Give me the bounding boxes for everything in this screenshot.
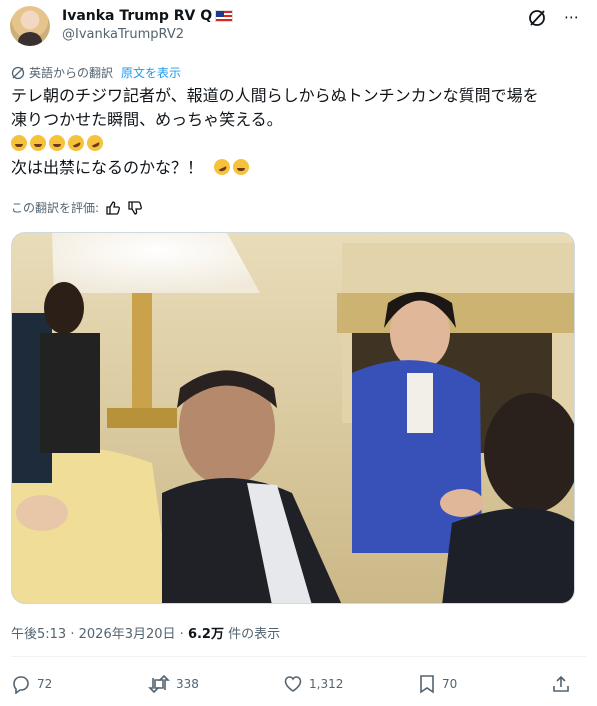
rofl-emoji-icon (84, 132, 106, 154)
tweet-meta: 午後5:13 · 2026年3月20日 · 6.2万 件の表示 (11, 623, 280, 642)
joy-emoji-icon (49, 135, 65, 151)
author-handle[interactable]: @IvankaTrumpRV2 (62, 27, 184, 42)
tweet-time[interactable]: 午後5:13 (11, 627, 66, 642)
tweet-line: テレ朝のチジワ記者が、報道の人間らしからぬトンチンカンな質問で場を (11, 86, 539, 105)
repost-icon (148, 674, 170, 694)
joy-emoji-icon (11, 135, 27, 151)
views-count: 6.2万 (187, 627, 224, 642)
meta-separator: · (179, 627, 184, 642)
share-button[interactable] (551, 672, 571, 696)
tweet-line: 次は出禁になるのかな？！ (11, 158, 204, 177)
more-icon[interactable]: ⋯ (561, 8, 583, 28)
reply-icon (13, 676, 29, 694)
bookmark-icon (420, 675, 434, 694)
divider (11, 656, 586, 657)
repost-count: 338 (176, 677, 199, 691)
avatar[interactable] (10, 6, 50, 46)
author-name-row[interactable]: Ivanka Trump RV Q (62, 7, 234, 25)
reply-count: 72 (37, 677, 53, 691)
translation-bar: 英語からの翻訳 原文を表示 (11, 64, 181, 81)
meta-separator: · (70, 627, 75, 642)
joy-emoji-icon (233, 159, 250, 175)
joy-emoji-icon (30, 135, 46, 151)
like-icon (284, 676, 302, 692)
bookmark-count: 70 (442, 677, 458, 691)
reply-button[interactable]: 72 (11, 672, 52, 696)
share-icon (553, 675, 569, 692)
us-flag-icon (215, 10, 234, 22)
views-label: 件の表示 (228, 627, 281, 642)
like-count: 1,312 (309, 677, 344, 691)
video-media[interactable] (11, 232, 575, 604)
video-frame-image (12, 233, 574, 603)
tweet-date[interactable]: 2026年3月20日 (79, 627, 176, 642)
grok-icon[interactable] (527, 8, 547, 28)
tweet-line: 凍りつかせた瞬間、めっちゃ笑える。 (11, 110, 283, 129)
emoji-row (11, 132, 586, 156)
thumbs-down-icon[interactable] (127, 200, 143, 216)
bookmark-button[interactable]: 70 (418, 672, 457, 696)
rofl-emoji-icon (211, 156, 233, 178)
thumbs-up-icon[interactable] (105, 200, 121, 216)
tweet-actions: 72 338 1,312 70 (11, 672, 586, 696)
show-original-link[interactable]: 原文を表示 (121, 64, 181, 81)
translate-icon (11, 66, 25, 79)
rofl-emoji-icon (65, 132, 87, 154)
like-button[interactable]: 1,312 (283, 672, 343, 696)
tweet-line-with-emoji: 次は出禁になるのかな？！ (11, 156, 586, 180)
tweet-header: Ivanka Trump RV Q @IvankaTrumpRV2 ⋯ (10, 6, 587, 46)
author-name[interactable]: Ivanka Trump RV Q (62, 7, 212, 25)
rate-translation-label: この翻訳を評価: (11, 201, 100, 215)
repost-button[interactable]: 338 (148, 672, 199, 696)
rate-translation: この翻訳を評価: (11, 199, 143, 216)
tweet-text: テレ朝のチジワ記者が、報道の人間らしからぬトンチンカンな質問で場を 凍りつかせた… (11, 84, 586, 180)
translation-label: 英語からの翻訳 (29, 66, 114, 80)
